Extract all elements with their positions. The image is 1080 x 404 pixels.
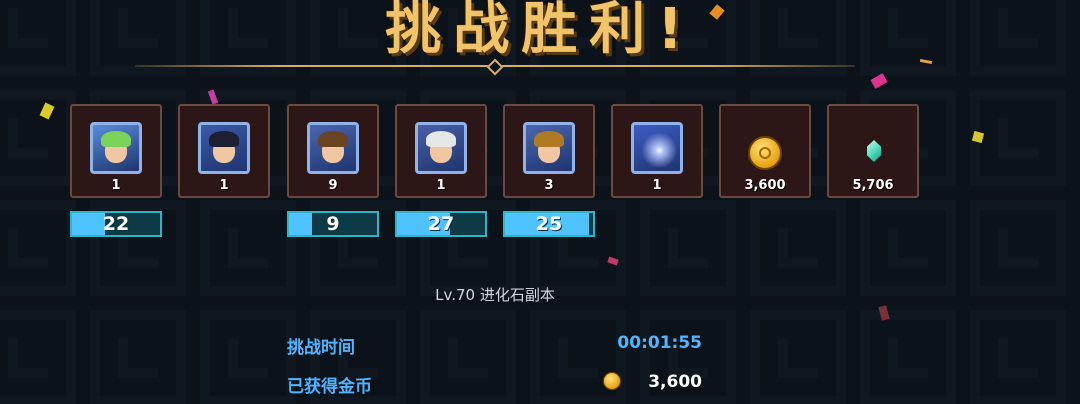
gold-earned-label: 已获得金币 bbox=[287, 377, 372, 397]
shard-progress-value: 27 bbox=[427, 213, 455, 235]
shard-progress-bar: 9 bbox=[287, 211, 379, 237]
background-tile bbox=[640, 200, 736, 296]
background-tile bbox=[970, 90, 1066, 186]
background-tile bbox=[860, 200, 956, 296]
gold-coin-icon bbox=[748, 136, 782, 170]
reward-slot-crystal[interactable]: 5,706 bbox=[827, 104, 919, 198]
reward-slot-hero[interactable]: 1 bbox=[178, 104, 270, 198]
reward-quantity: 5,706 bbox=[852, 178, 894, 193]
evolution-stone-icon bbox=[631, 122, 683, 174]
gold-earned-value: 3,600 bbox=[648, 372, 702, 392]
shard-progress-value: 25 bbox=[535, 213, 563, 235]
background-tile bbox=[750, 200, 846, 296]
background-tile bbox=[750, 310, 846, 404]
background-tile bbox=[0, 200, 76, 296]
gold-coin-icon bbox=[603, 372, 621, 390]
reward-quantity: 3 bbox=[544, 178, 554, 193]
reward-quantity: 1 bbox=[111, 178, 121, 193]
reward-quantity: 1 bbox=[436, 178, 446, 193]
reward-slot-evolution-stone[interactable]: 1 bbox=[611, 104, 703, 198]
background-tile bbox=[0, 310, 76, 404]
victory-title: 挑战胜利! bbox=[385, 0, 695, 62]
hero-hair bbox=[101, 131, 131, 147]
hero-hair bbox=[426, 131, 456, 147]
hero-portrait-icon bbox=[523, 122, 575, 174]
hero-portrait-icon bbox=[198, 122, 250, 174]
hero-hair bbox=[209, 131, 239, 147]
background-tile bbox=[90, 310, 186, 404]
reward-quantity: 9 bbox=[328, 178, 338, 193]
shard-progress-value: 22 bbox=[102, 213, 130, 235]
hero-portrait-icon bbox=[307, 122, 359, 174]
reward-quantity: 1 bbox=[652, 178, 662, 193]
shard-progress-bar: 25 bbox=[503, 211, 595, 237]
background-tile bbox=[970, 310, 1066, 404]
challenge-time-value: 00:01:55 bbox=[617, 333, 702, 353]
reward-slot-hero[interactable]: 9 bbox=[287, 104, 379, 198]
shard-progress-bar: 27 bbox=[395, 211, 487, 237]
reward-slot-hero[interactable]: 3 bbox=[503, 104, 595, 198]
reward-quantity: 1 bbox=[219, 178, 229, 193]
shard-progress-bar: 22 bbox=[70, 211, 162, 237]
hero-hair bbox=[318, 131, 348, 147]
background-tile bbox=[420, 310, 516, 404]
hero-portrait-icon bbox=[415, 122, 467, 174]
dungeon-level-label: Lv.70 进化石副本 bbox=[435, 286, 555, 304]
sparkle-glow bbox=[634, 125, 680, 171]
background-tile bbox=[200, 310, 296, 404]
reward-slot-gold[interactable]: 3,600 bbox=[719, 104, 811, 198]
crystal-gem-icon bbox=[867, 140, 881, 162]
background-tile bbox=[200, 200, 296, 296]
shard-progress-value: 9 bbox=[326, 213, 340, 235]
background-tile bbox=[0, 90, 76, 186]
background-tile bbox=[970, 200, 1066, 296]
challenge-time-label: 挑战时间 bbox=[287, 338, 355, 358]
background-tile bbox=[860, 310, 956, 404]
reward-quantity: 3,600 bbox=[744, 178, 786, 193]
hero-hair bbox=[534, 131, 564, 147]
reward-slot-hero[interactable]: 1 bbox=[70, 104, 162, 198]
reward-slot-hero[interactable]: 1 bbox=[395, 104, 487, 198]
hero-portrait-icon bbox=[90, 122, 142, 174]
